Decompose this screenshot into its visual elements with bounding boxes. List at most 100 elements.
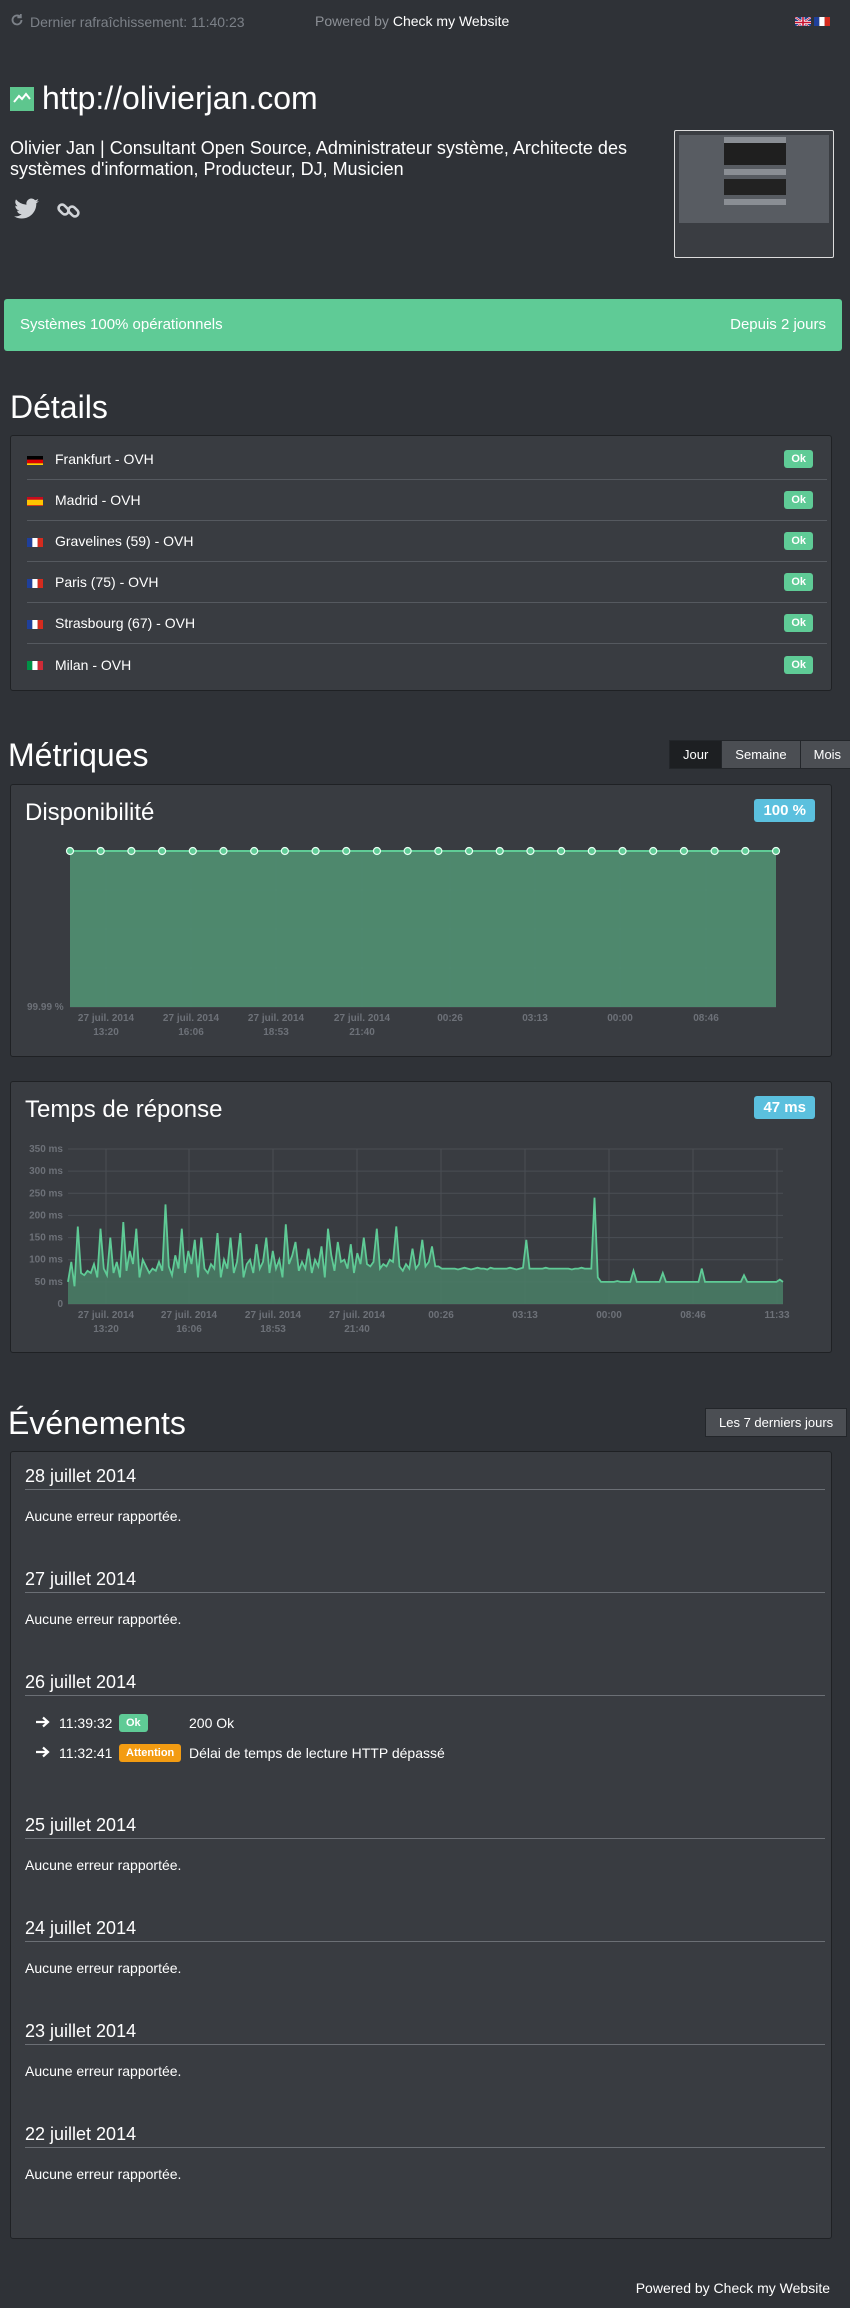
- range-day-button[interactable]: Jour: [669, 740, 723, 769]
- metrics-range-selector: Jour Semaine Mois: [669, 740, 850, 769]
- status-banner: Systèmes 100% opérationnels Depuis 2 jou…: [4, 299, 842, 351]
- site-header: http://olivierjan.com Olivier Jan | Cons…: [10, 80, 840, 260]
- events-range-button[interactable]: Les 7 derniers jours: [705, 1408, 848, 1437]
- event-message: 200 Ok: [189, 1715, 235, 1731]
- location-name: Paris (75) - OVH: [55, 574, 159, 590]
- x-tick-label: 11:33: [764, 1310, 789, 1321]
- powered-by-link[interactable]: Check my Website: [393, 13, 509, 29]
- x-tick-label: 27 juil. 2014: [334, 1013, 391, 1024]
- event-day-date: 23 juillet 2014: [25, 2021, 825, 2045]
- event-entry: 11:39:32 Ok 200 Ok: [25, 1708, 825, 1738]
- availability-point: [157, 846, 167, 856]
- availability-point: [96, 846, 105, 856]
- event-day-date: 24 juillet 2014: [25, 1918, 825, 1942]
- range-week-button[interactable]: Semaine: [721, 740, 801, 769]
- x-tick-label: 08:46: [680, 1310, 706, 1321]
- location-name: Frankfurt - OVH: [55, 451, 154, 467]
- location-row: Madrid - OVH Ok: [27, 480, 827, 521]
- last-refresh-text: Dernier rafraîchissement: 11:40:23: [30, 13, 245, 30]
- flag-fr-icon: [27, 577, 43, 588]
- event-day: 23 juillet 2014 Aucune erreur rapportée.: [25, 2021, 825, 2079]
- event-time: 11:39:32: [59, 1715, 113, 1731]
- y-tick-label: 150 ms: [29, 1233, 63, 1244]
- availability-point: [464, 846, 474, 856]
- arrow-right-icon: [35, 1745, 59, 1761]
- x-tick-label: 00:26: [428, 1310, 454, 1321]
- site-title: http://olivierjan.com: [10, 80, 318, 117]
- event-day-date: 28 juillet 2014: [25, 1466, 825, 1490]
- location-status-badge: Ok: [784, 573, 813, 591]
- availability-point: [587, 846, 596, 856]
- flag-de-icon: [27, 454, 43, 465]
- details-panel: Frankfurt - OVH Ok Madrid - OVH Ok Graveline…: [10, 435, 832, 691]
- site-thumbnail[interactable]: [674, 130, 834, 258]
- availability-area: [70, 851, 776, 1007]
- event-day-date: 27 juillet 2014: [25, 1569, 825, 1593]
- event-entry: 11:32:41 Attention Délai de temps de lectu…: [25, 1738, 825, 1768]
- x-tick-label: 27 juil. 2014: [329, 1310, 386, 1321]
- availability-point: [372, 846, 382, 856]
- y-tick-label: 0: [57, 1299, 63, 1310]
- availability-point: [65, 846, 75, 856]
- availability-point: [710, 846, 719, 856]
- event-empty-text: Aucune erreur rapportée.: [25, 1960, 182, 1976]
- availability-point: [250, 846, 259, 856]
- event-day: 28 juillet 2014 Aucune erreur rapportée.: [25, 1466, 825, 1524]
- event-day: 27 juillet 2014 Aucune erreur rapportée.: [25, 1569, 825, 1627]
- x-tick-label: 16:06: [176, 1324, 202, 1335]
- x-tick-label: 13:20: [93, 1027, 119, 1038]
- availability-point: [280, 846, 289, 856]
- metrics-title: Métriques: [8, 737, 149, 773]
- last-refresh: Dernier rafraîchissement: 11:40:23: [10, 13, 245, 30]
- event-day-date: 22 juillet 2014: [25, 2124, 825, 2148]
- y-tick-label: 300 ms: [29, 1166, 63, 1177]
- response-time-panel: Temps de réponse 47 ms 350 ms 300 ms 250 m…: [10, 1081, 832, 1353]
- location-status-badge: Ok: [784, 450, 813, 468]
- event-empty-text: Aucune erreur rapportée.: [25, 1857, 182, 1873]
- x-tick-label: 03:13: [522, 1013, 548, 1024]
- location-status-badge: Ok: [784, 491, 813, 509]
- site-url[interactable]: http://olivierjan.com: [42, 80, 318, 117]
- twitter-icon[interactable]: [14, 198, 40, 229]
- location-name: Milan - OVH: [55, 656, 132, 673]
- event-message: Délai de temps de lecture HTTP dépassé: [189, 1745, 445, 1761]
- y-tick-label: 350 ms: [29, 1144, 63, 1155]
- x-tick-label: 03:13: [512, 1310, 538, 1321]
- flag-it-icon: [27, 659, 43, 670]
- x-tick-label: 00:00: [607, 1013, 633, 1024]
- event-level-badge: Ok: [119, 1714, 148, 1732]
- availability-point: [434, 846, 443, 856]
- availability-point: [403, 846, 412, 856]
- footer-powered-link[interactable]: Check my Website: [714, 2280, 830, 2296]
- x-tick-label: 27 juil. 2014: [248, 1013, 305, 1024]
- response-time-area: [68, 1197, 783, 1304]
- flag-es-icon: [27, 495, 43, 506]
- link-icon[interactable]: [56, 198, 82, 229]
- availability-point: [618, 846, 627, 856]
- availability-chart[interactable]: 99.99 % 27 juil. 2014 13:20 27 juil. 2014 16…: [11, 785, 831, 1056]
- availability-point: [649, 846, 658, 856]
- event-day-date: 25 juillet 2014: [25, 1815, 825, 1839]
- flag-en-icon[interactable]: [795, 15, 811, 26]
- event-day: 25 juillet 2014 Aucune erreur rapportée.: [25, 1815, 825, 1873]
- location-name: Strasbourg (67) - OVH: [55, 615, 196, 631]
- x-tick-label: 16:06: [178, 1027, 204, 1038]
- location-row: Milan - OVH Ok: [27, 644, 827, 685]
- availability-point: [127, 846, 136, 856]
- flag-fr-icon: [27, 536, 43, 547]
- x-tick-label: 13:20: [93, 1324, 119, 1335]
- x-tick-label: 27 juil. 2014: [163, 1013, 220, 1024]
- location-name: Madrid - OVH: [55, 492, 141, 508]
- event-time: 11:32:41: [59, 1745, 113, 1761]
- refresh-icon[interactable]: [10, 13, 24, 30]
- response-time-chart[interactable]: 350 ms 300 ms 250 ms 200 ms 150 ms 100 ms 50 m…: [11, 1082, 831, 1352]
- event-day-date: 26 juillet 2014: [25, 1672, 825, 1696]
- x-tick-label: 27 juil. 2014: [245, 1310, 302, 1321]
- flag-fr-icon[interactable]: [814, 15, 830, 26]
- location-status-badge: Ok: [784, 655, 813, 674]
- range-month-button[interactable]: Mois: [799, 740, 850, 769]
- availability-point: [311, 846, 320, 856]
- location-name: Gravelines (59) - OVH: [55, 533, 194, 549]
- x-tick-label: 00:00: [596, 1310, 622, 1321]
- event-empty-text: Aucune erreur rapportée.: [25, 1611, 182, 1627]
